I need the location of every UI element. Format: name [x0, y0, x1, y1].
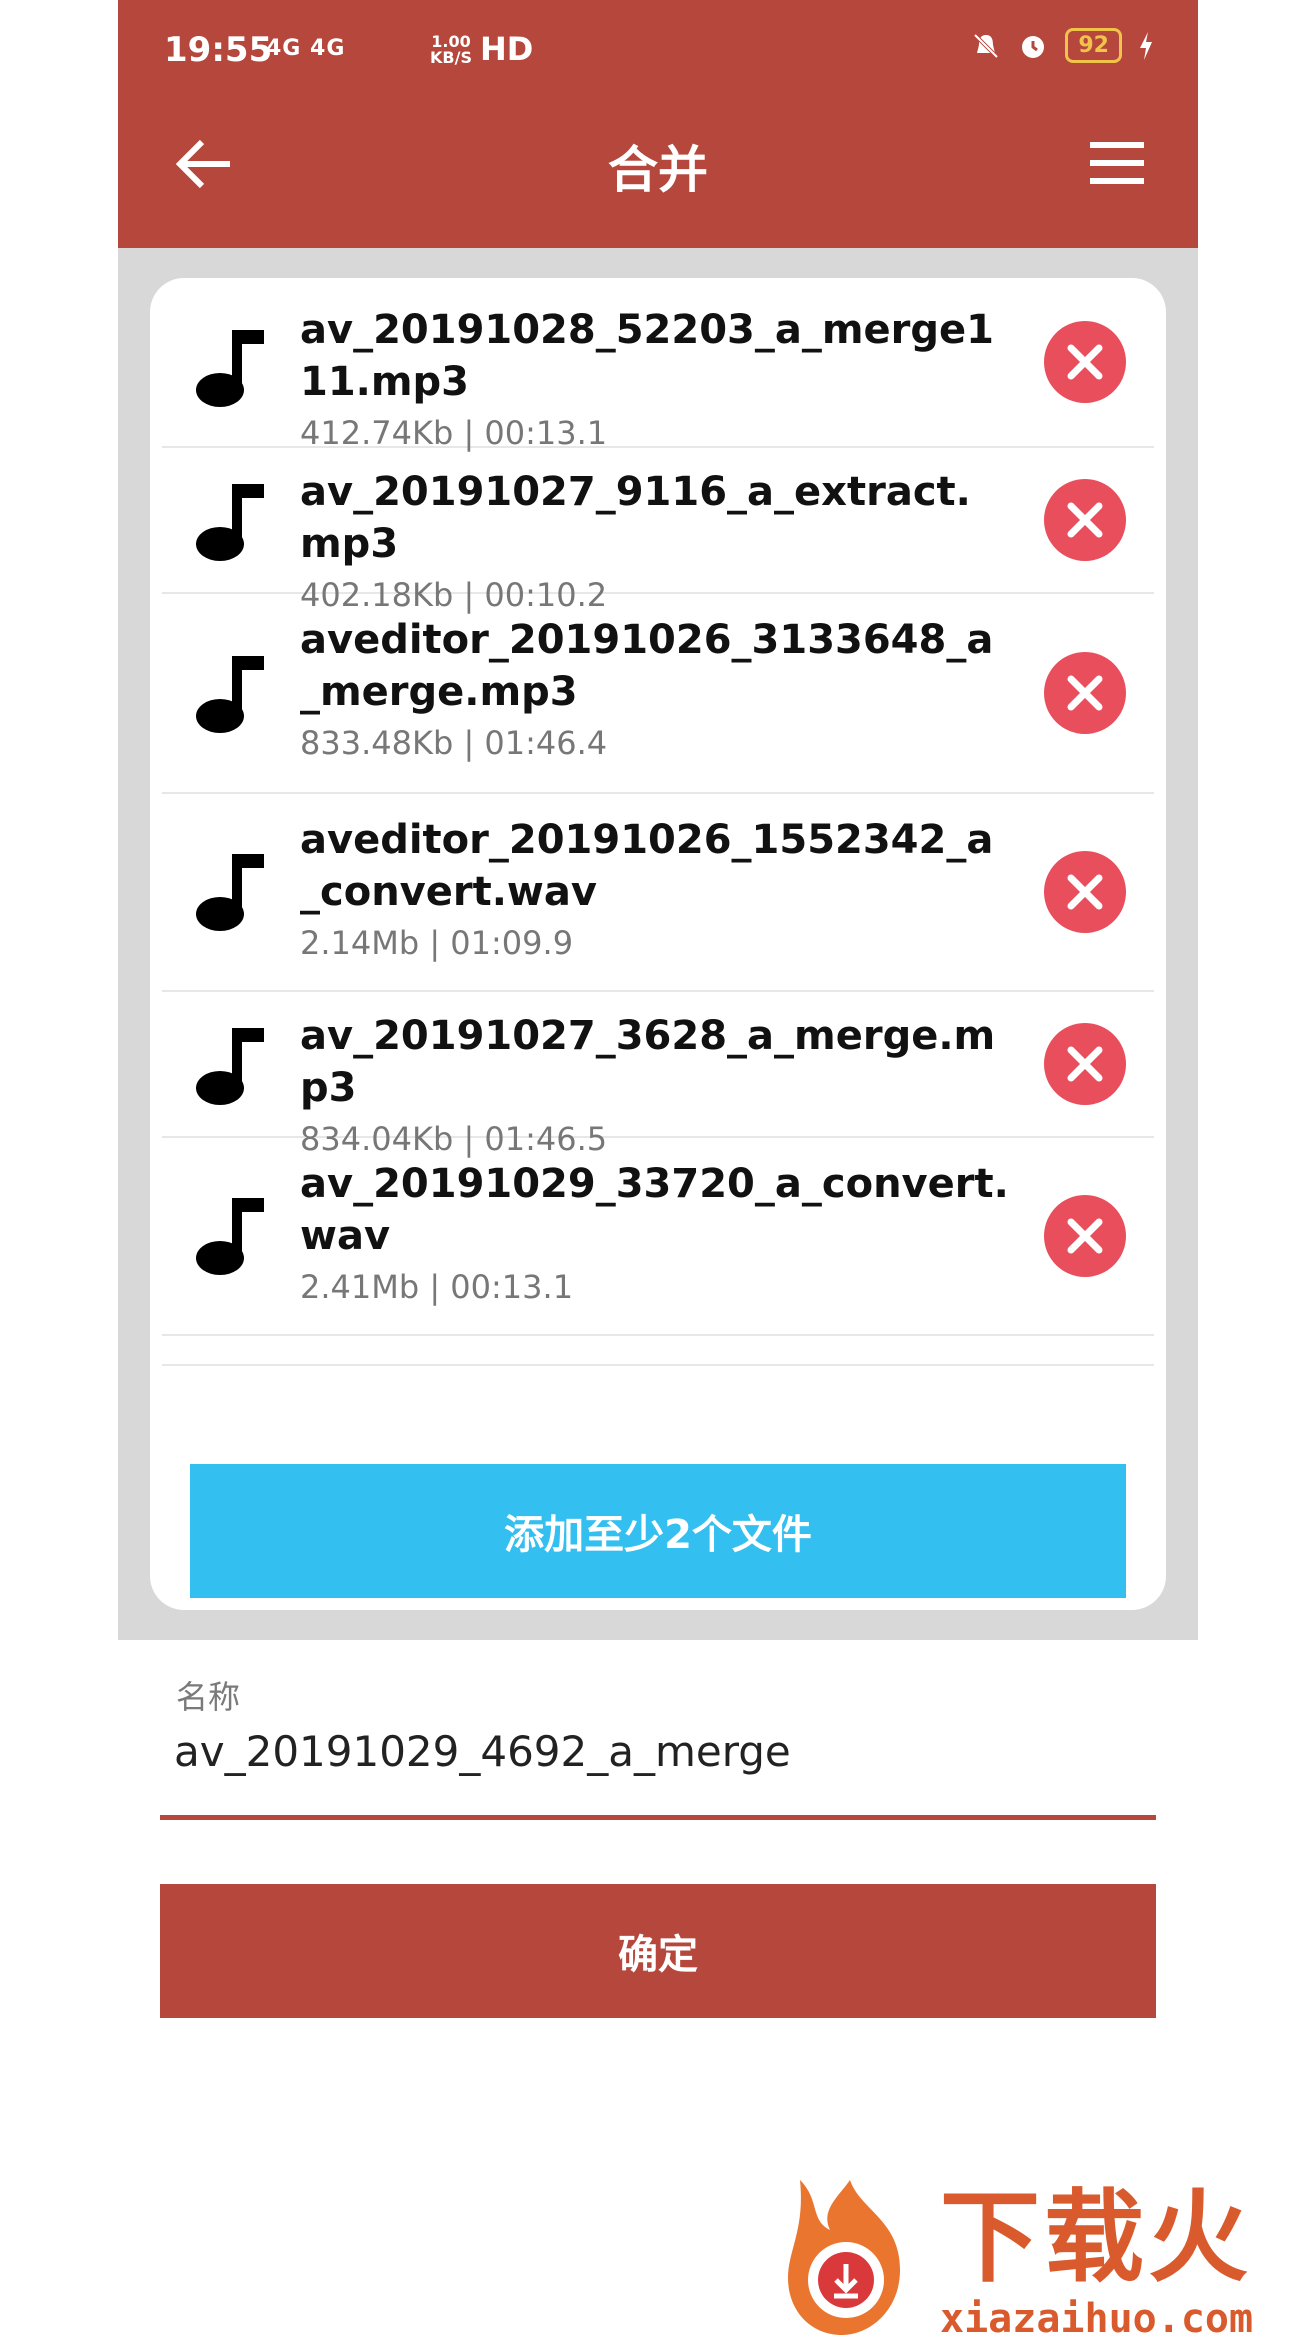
music-note-icon: [196, 330, 264, 407]
file-meta: 412.74Kb | 00:13.1: [300, 414, 608, 452]
name-input[interactable]: [160, 1722, 1168, 1780]
file-name: av_20191028_52203_a_merge111.mp3: [300, 307, 995, 405]
music-note-icon: [196, 656, 264, 733]
file-list: av_20191028_52203_a_merge111.mp3 412.74K…: [162, 278, 1154, 1366]
file-item[interactable]: av_20191028_52203_a_merge111.mp3 412.74K…: [162, 278, 1154, 452]
file-card: av_20191028_52203_a_merge111.mp3 412.74K…: [150, 278, 1166, 1610]
remove-file-button[interactable]: [1044, 851, 1126, 933]
remove-file-button[interactable]: [1044, 1023, 1126, 1105]
confirm-button[interactable]: 确定: [160, 1884, 1156, 2018]
file-area: av_20191028_52203_a_merge111.mp3 412.74K…: [118, 248, 1198, 1640]
file-meta: 833.48Kb | 01:46.4: [300, 724, 608, 762]
watermark-text: 下载火: [940, 2179, 1252, 2296]
close-icon: [1067, 874, 1103, 910]
list-divider: [162, 1336, 1154, 1366]
network-speed: 1.00 KB/S: [430, 32, 472, 67]
watermark-url: xiazaihuo.com: [940, 2296, 1254, 2342]
remove-file-button[interactable]: [1044, 321, 1126, 403]
file-item[interactable]: aveditor_20191026_3133648_a_merge.mp3 83…: [162, 594, 1154, 794]
battery-icon: 92: [1065, 28, 1122, 63]
close-icon: [1067, 502, 1103, 538]
watermark: 下载火 xiazaihuo.com: [780, 2170, 1316, 2342]
music-note-icon: [196, 484, 264, 561]
signal-icon: 4G 4G: [266, 36, 346, 61]
file-name: av_20191027_9116_a_extract.mp3: [300, 469, 971, 567]
file-meta: 2.41Mb | 00:13.1: [300, 1268, 574, 1306]
name-input-underline: [160, 1815, 1156, 1820]
menu-button[interactable]: [1088, 138, 1146, 188]
close-icon: [1067, 675, 1103, 711]
file-item[interactable]: aveditor_20191026_1552342_a_convert.wav …: [162, 794, 1154, 992]
alarm-icon: [1022, 35, 1045, 58]
status-right: 92: [971, 28, 1154, 63]
close-icon: [1067, 1218, 1103, 1254]
app-screen: 19:55 4G 4G 1.00 KB/S HD 92 合并 av_201910…: [118, 0, 1198, 2340]
app-bar: 合并: [118, 100, 1198, 248]
file-item[interactable]: av_20191027_3628_a_merge.mp3 834.04Kb | …: [162, 992, 1154, 1158]
music-note-icon: [196, 1198, 264, 1275]
file-item[interactable]: av_20191027_9116_a_extract.mp3 402.18Kb …: [162, 448, 1154, 614]
status-time: 19:55: [164, 30, 273, 70]
mute-icon: [973, 33, 999, 58]
add-files-button[interactable]: 添加至少2个文件: [190, 1464, 1126, 1598]
remove-file-button[interactable]: [1044, 479, 1126, 561]
charging-icon: [1140, 31, 1152, 60]
file-meta: 2.14Mb | 01:09.9: [300, 924, 574, 962]
name-label: 名称: [176, 1678, 241, 1716]
page-title: 合并: [608, 141, 708, 199]
file-name: aveditor_20191026_3133648_a_merge.mp3: [300, 617, 994, 715]
menu-icon: [1090, 142, 1144, 184]
file-name: av_20191027_3628_a_merge.mp3: [300, 1013, 996, 1111]
flame-logo-icon: [788, 2180, 900, 2335]
file-name: aveditor_20191026_1552342_a_convert.wav: [300, 817, 994, 915]
status-bar: 19:55 4G 4G 1.00 KB/S HD 92: [118, 0, 1198, 100]
hd-indicator: HD: [480, 30, 534, 68]
music-note-icon: [196, 1028, 264, 1105]
music-note-icon: [196, 854, 264, 931]
file-name: av_20191029_33720_a_convert.wav: [300, 1161, 1009, 1259]
close-icon: [1067, 344, 1103, 380]
top-bar: 19:55 4G 4G 1.00 KB/S HD 92 合并: [118, 0, 1198, 248]
file-item[interactable]: av_20191029_33720_a_convert.wav 2.41Mb |…: [162, 1138, 1154, 1336]
close-icon: [1067, 1046, 1103, 1082]
remove-file-button[interactable]: [1044, 652, 1126, 734]
remove-file-button[interactable]: [1044, 1195, 1126, 1277]
